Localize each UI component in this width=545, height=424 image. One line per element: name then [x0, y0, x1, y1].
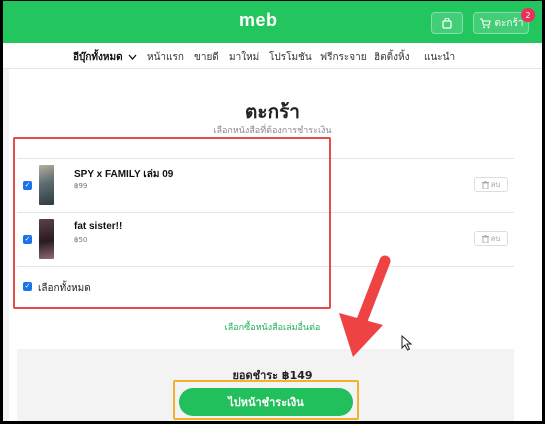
annotation-arrow-icon: [339, 255, 391, 357]
nav-item-bestseller[interactable]: ขายดี: [194, 50, 219, 65]
cart-label: ตะกร้า: [494, 17, 524, 29]
category-nav: อีบุ๊กทั้งหมด หน้าแรก ขายดี มาใหม่ โปรโม…: [3, 43, 542, 69]
nav-item-promotion[interactable]: โปรโมชัน: [269, 50, 312, 65]
highlight-box-red: [13, 137, 331, 309]
shop-button[interactable]: [431, 12, 463, 34]
mouse-cursor-icon: [401, 335, 413, 351]
nav-all-categories-label: อีบุ๊กทั้งหมด: [73, 52, 123, 63]
meb-logo[interactable]: meb: [239, 10, 278, 31]
nav-item-recommend[interactable]: แนะนำ: [424, 50, 455, 65]
page-subtitle: เลือกหนังสือที่ต้องการชำระเงิน: [213, 126, 332, 136]
delete-button[interactable]: ลบ: [474, 231, 508, 246]
delete-button[interactable]: ลบ: [474, 177, 508, 192]
shopping-bag-icon: [442, 17, 452, 29]
continue-shopping-link[interactable]: เลือกซื้อหนังสือเล่มอื่นต่อ: [3, 320, 542, 334]
checkout-button[interactable]: ไปหน้าชำระเงิน: [179, 388, 353, 416]
cart-count-badge: 2: [521, 8, 535, 22]
trash-icon: [481, 234, 489, 243]
cart-icon: [479, 17, 491, 28]
browser-viewport: meb ตะกร้า 2 อีบุ๊กทั้งหมด หน้าแรก ขายดี: [3, 1, 542, 421]
top-bar: meb ตะกร้า 2: [3, 1, 542, 43]
nav-item-home[interactable]: หน้าแรก: [147, 50, 184, 65]
delete-label: ลบ: [490, 234, 501, 243]
nav-item-hits[interactable]: ฮิตติ้งหิ้ง: [374, 50, 409, 65]
nav-item-free[interactable]: ฟรีกระจาย: [320, 50, 367, 65]
delete-label: ลบ: [490, 180, 501, 189]
trash-icon: [481, 180, 489, 189]
nav-all-categories[interactable]: อีบุ๊กทั้งหมด: [73, 50, 137, 65]
chevron-down-icon: [128, 54, 137, 60]
nav-item-new[interactable]: มาใหม่: [229, 50, 259, 65]
